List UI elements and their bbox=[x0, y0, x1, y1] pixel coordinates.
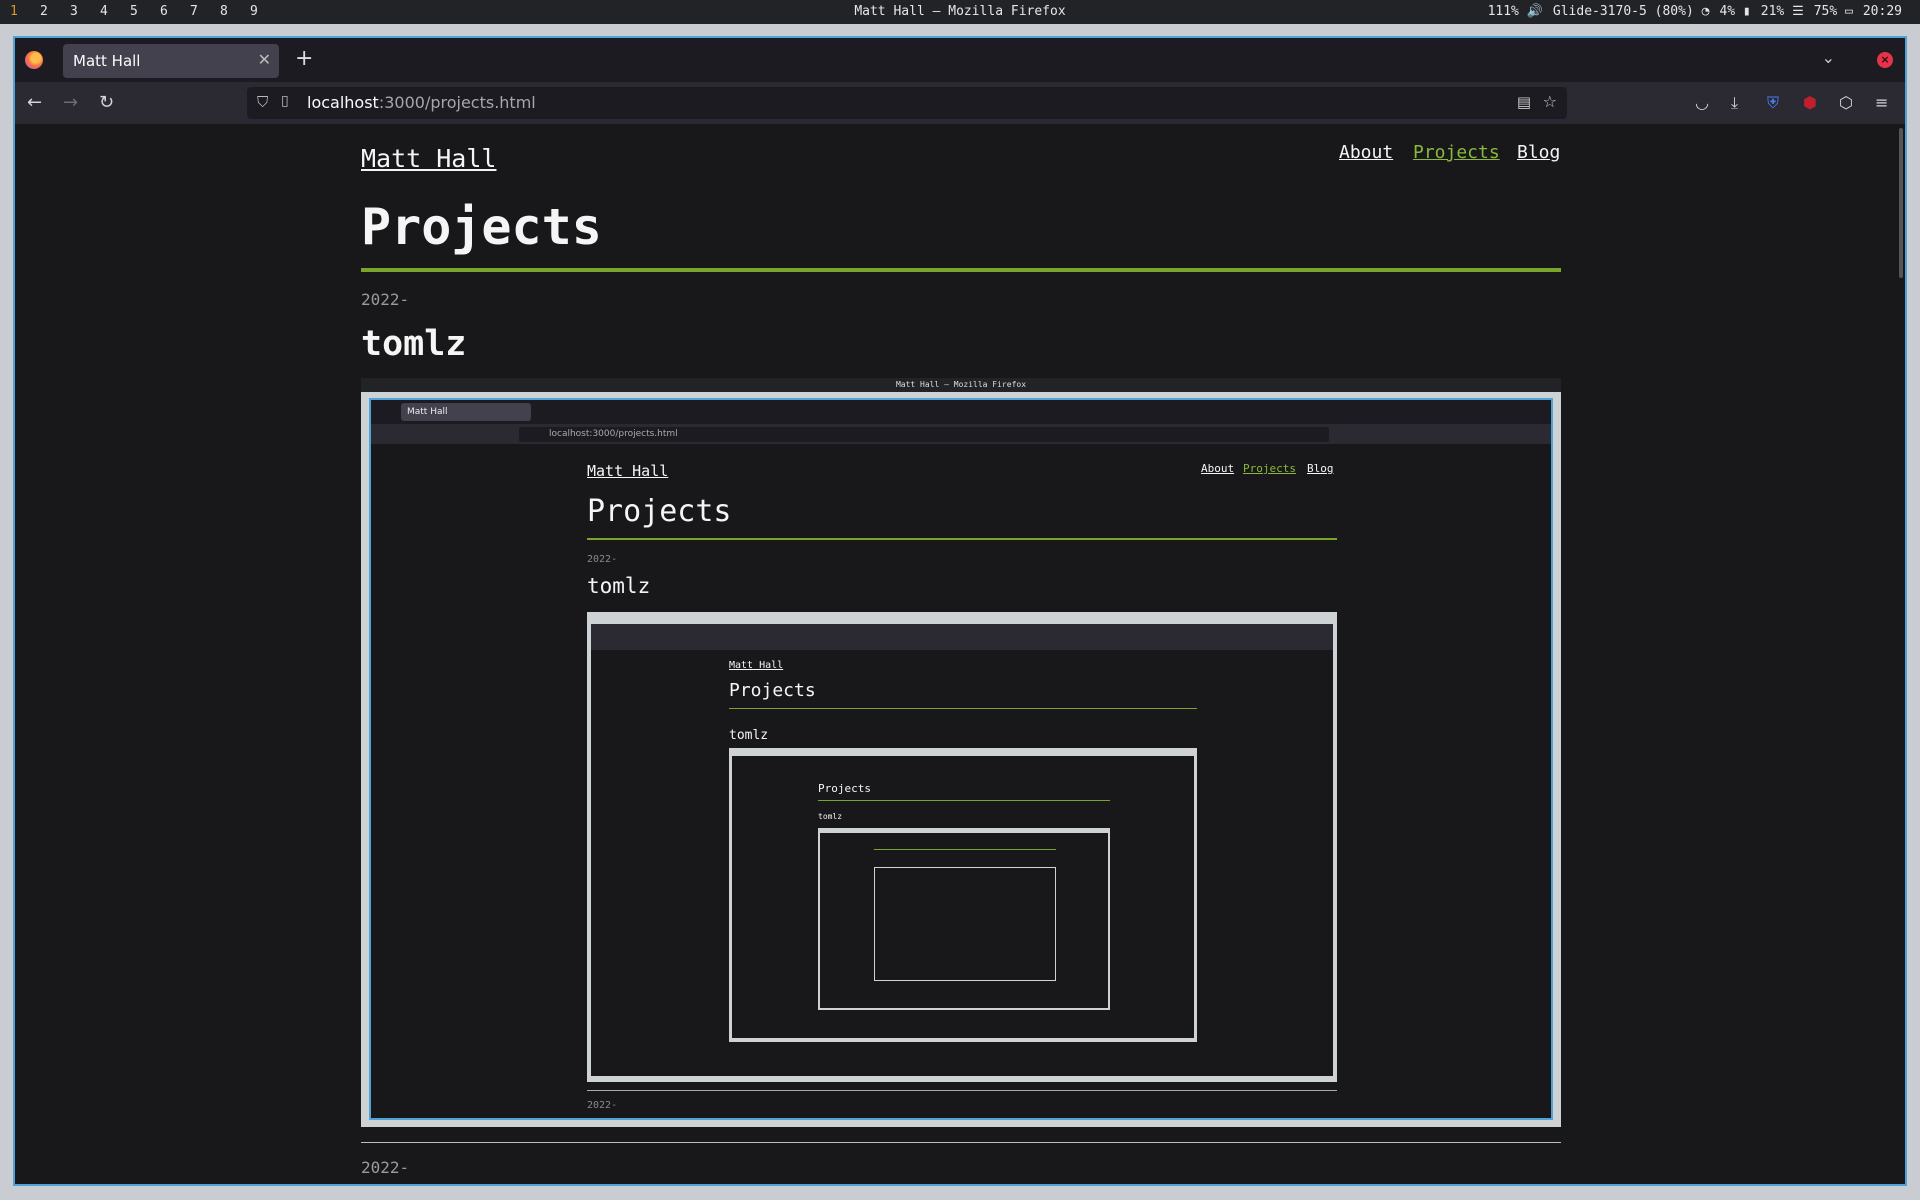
nav-blog[interactable]: Blog bbox=[1517, 142, 1560, 163]
battery-indicator: 75% ▭ bbox=[1813, 4, 1853, 19]
screenshot-tab: Matt Hall bbox=[401, 403, 531, 421]
screenshot-window-title: Matt Hall — Mozilla Firefox bbox=[895, 380, 1027, 389]
reader-view-icon[interactable]: ▤ bbox=[1517, 93, 1531, 111]
screenshot-site-title: Matt Hall bbox=[587, 462, 669, 480]
navigation-toolbar: ← → ↻ ⛉ ▯ localhost:3000/projects.html ▤… bbox=[15, 82, 1905, 124]
secondary-battery-indicator: 4% ▮ bbox=[1719, 4, 1751, 19]
shield-icon[interactable]: ⛉ bbox=[257, 93, 268, 111]
page-info-icon[interactable]: ▯ bbox=[281, 93, 289, 109]
nested-toolbar bbox=[591, 624, 1333, 650]
ublock-icon[interactable]: ⬢ bbox=[1803, 93, 1817, 112]
heading-underline bbox=[361, 268, 1561, 272]
new-tab-icon[interactable]: + bbox=[295, 46, 313, 71]
screenshot-nav-projects: Projects bbox=[1243, 462, 1296, 475]
nested-screenshot-1: Matt Hall Projects tomlz Projects tomlz bbox=[587, 612, 1337, 1082]
nested-screenshot-3-window bbox=[820, 833, 1108, 1008]
clock: 20:29 bbox=[1862, 4, 1902, 19]
screenshot-section-divider bbox=[587, 1090, 1337, 1091]
url-bar[interactable]: ⛉ ▯ localhost:3000/projects.html ▤ ☆ bbox=[247, 87, 1567, 119]
wifi-indicator[interactable]: Glide-3170-5 (80%) ◔ bbox=[1553, 4, 1710, 19]
nested-screenshot-2: Projects tomlz bbox=[729, 748, 1197, 1042]
project-screenshot: Matt Hall — Mozilla Firefox Matt Hall lo… bbox=[361, 378, 1561, 1127]
nested-underline bbox=[729, 708, 1197, 709]
project-year: 2022- bbox=[361, 1158, 410, 1177]
forward-arrow-icon[interactable]: → bbox=[63, 92, 78, 113]
firefox-icon[interactable] bbox=[25, 51, 43, 69]
nested-project-title: tomlz bbox=[729, 728, 769, 743]
nav-projects[interactable]: Projects bbox=[1413, 142, 1500, 163]
project-year: 2022- bbox=[361, 290, 410, 309]
nested-site-title: Matt Hall bbox=[729, 660, 784, 671]
cpu-icon: ☰ bbox=[1792, 4, 1804, 19]
nested-3-underline bbox=[874, 849, 1056, 850]
url-text[interactable]: localhost:3000/projects.html bbox=[307, 93, 536, 112]
scrollbar[interactable] bbox=[1899, 128, 1903, 278]
back-arrow-icon[interactable]: ← bbox=[27, 92, 42, 113]
screenshot-nav-blog: Blog bbox=[1307, 462, 1334, 475]
nested-screenshot-4 bbox=[874, 867, 1056, 981]
nested-2-page-title: Projects bbox=[818, 782, 871, 795]
nested-page-title: Projects bbox=[729, 680, 816, 701]
tab-title: Matt Hall bbox=[73, 52, 141, 70]
system-status-bar: 1 2 3 4 5 6 7 8 9 Matt Hall — Mozilla Fi… bbox=[0, 0, 1920, 24]
section-divider bbox=[361, 1142, 1561, 1143]
firefox-window: Matt Hall ✕ + ⌄ × ← → ↻ ⛉ ▯ localhost:30… bbox=[13, 36, 1907, 1186]
site-title-link[interactable]: Matt Hall bbox=[361, 144, 496, 173]
page-content: Matt Hall About Projects Blog Projects 2… bbox=[15, 124, 1905, 1184]
reload-icon[interactable]: ↻ bbox=[99, 92, 114, 113]
pocket-icon[interactable]: ◡ bbox=[1695, 93, 1709, 112]
screenshot-browser-window: Matt Hall localhost:3000/projects.html M… bbox=[369, 398, 1553, 1120]
bitwarden-icon[interactable]: ⛨ bbox=[1767, 93, 1779, 113]
page-title: Projects bbox=[361, 198, 602, 256]
wifi-icon: ◔ bbox=[1701, 4, 1710, 19]
battery-icon: ▮ bbox=[1742, 4, 1751, 19]
bookmark-star-icon[interactable]: ☆ bbox=[1543, 92, 1557, 111]
menu-icon[interactable]: ≡ bbox=[1875, 93, 1888, 112]
tab-bar: Matt Hall ✕ + ⌄ × bbox=[15, 38, 1905, 82]
battery-icon: ▭ bbox=[1845, 4, 1853, 19]
screenshot-heading-underline bbox=[587, 538, 1337, 540]
screenshot-project-title: tomlz bbox=[587, 574, 651, 598]
close-window-icon[interactable]: × bbox=[1877, 52, 1893, 68]
close-tab-icon[interactable]: ✕ bbox=[258, 50, 271, 69]
volume-indicator[interactable]: 111% 🔊 bbox=[1488, 4, 1543, 19]
screenshot-nav-about: About bbox=[1201, 462, 1235, 475]
nav-about[interactable]: About bbox=[1339, 142, 1393, 163]
screenshot-tab-bar bbox=[371, 400, 1551, 424]
project-title: tomlz bbox=[361, 324, 467, 364]
downloads-icon[interactable]: ⤓ bbox=[1731, 93, 1738, 113]
nested-screenshot-2-window: Projects tomlz bbox=[732, 756, 1194, 1038]
cpu-indicator: 21% ☰ bbox=[1760, 4, 1804, 19]
chevron-down-icon[interactable]: ⌄ bbox=[1822, 48, 1835, 67]
tab-matt-hall[interactable]: Matt Hall ✕ bbox=[63, 44, 279, 78]
nested-2-project-title: tomlz bbox=[818, 812, 843, 821]
screenshot-page-title: Projects bbox=[587, 494, 732, 529]
nested-2-underline bbox=[818, 800, 1110, 801]
nested-screenshot-3 bbox=[818, 828, 1110, 1010]
extensions-icon[interactable]: ⬡ bbox=[1839, 93, 1853, 112]
screenshot-project-year: 2022- bbox=[587, 554, 618, 565]
screenshot-year-2: 2022- bbox=[587, 1100, 618, 1111]
nested-screenshot-1-window: Matt Hall Projects tomlz Projects tomlz bbox=[591, 624, 1333, 1076]
screenshot-url-bar: localhost:3000/projects.html bbox=[519, 427, 1329, 442]
